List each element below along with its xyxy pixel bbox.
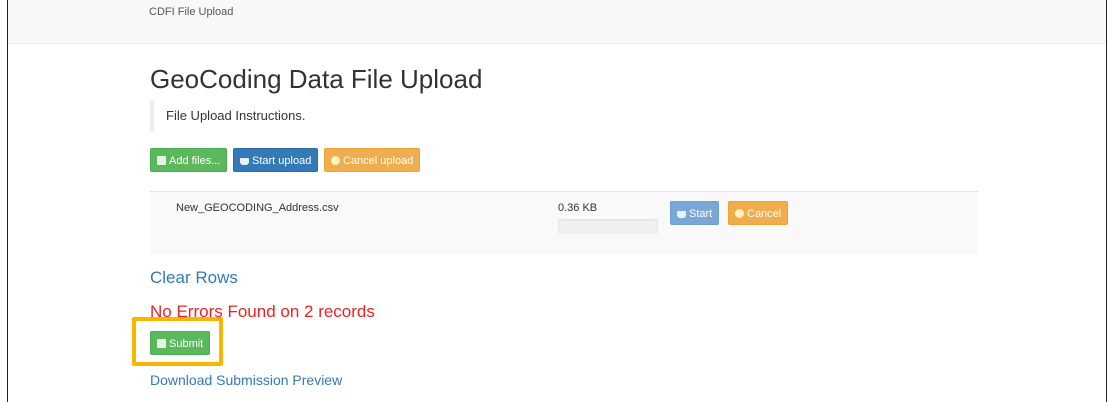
instructions-blockquote: File Upload Instructions.	[150, 100, 400, 132]
file-size: 0.36 KB	[558, 202, 598, 214]
file-icon	[157, 339, 166, 348]
download-preview-link[interactable]: Download Submission Preview	[150, 372, 342, 388]
add-files-label: Add files...	[169, 155, 221, 167]
file-name: New_GEOCODING_Address.csv	[176, 202, 339, 214]
top-navbar: CDFI File Upload	[8, 0, 1106, 44]
start-upload-label: Start upload	[252, 155, 312, 167]
submit-button[interactable]: Submit	[150, 331, 211, 355]
file-cancel-button[interactable]: Cancel	[728, 201, 789, 225]
upload-icon	[240, 158, 249, 165]
cancel-upload-label: Cancel upload	[343, 155, 414, 167]
clear-rows-link[interactable]: Clear Rows	[150, 268, 238, 288]
submit-label: Submit	[169, 338, 204, 350]
file-row: New_GEOCODING_Address.csv 0.36 KB Start …	[150, 191, 978, 255]
ban-icon	[735, 209, 744, 218]
navbar-brand[interactable]: CDFI File Upload	[149, 6, 233, 18]
add-files-button[interactable]: Add files...	[150, 148, 228, 172]
upload-icon	[677, 211, 686, 218]
file-cancel-label: Cancel	[747, 208, 782, 220]
ban-icon	[331, 156, 340, 165]
instructions-text: File Upload Instructions.	[166, 108, 306, 123]
file-start-button[interactable]: Start	[670, 201, 720, 225]
cancel-upload-button[interactable]: Cancel upload	[324, 148, 421, 172]
file-icon	[157, 156, 166, 165]
upload-progress-bar	[558, 219, 658, 234]
page-title: GeoCoding Data File Upload	[150, 64, 483, 94]
file-start-label: Start	[689, 208, 713, 220]
start-upload-button[interactable]: Start upload	[233, 148, 319, 172]
